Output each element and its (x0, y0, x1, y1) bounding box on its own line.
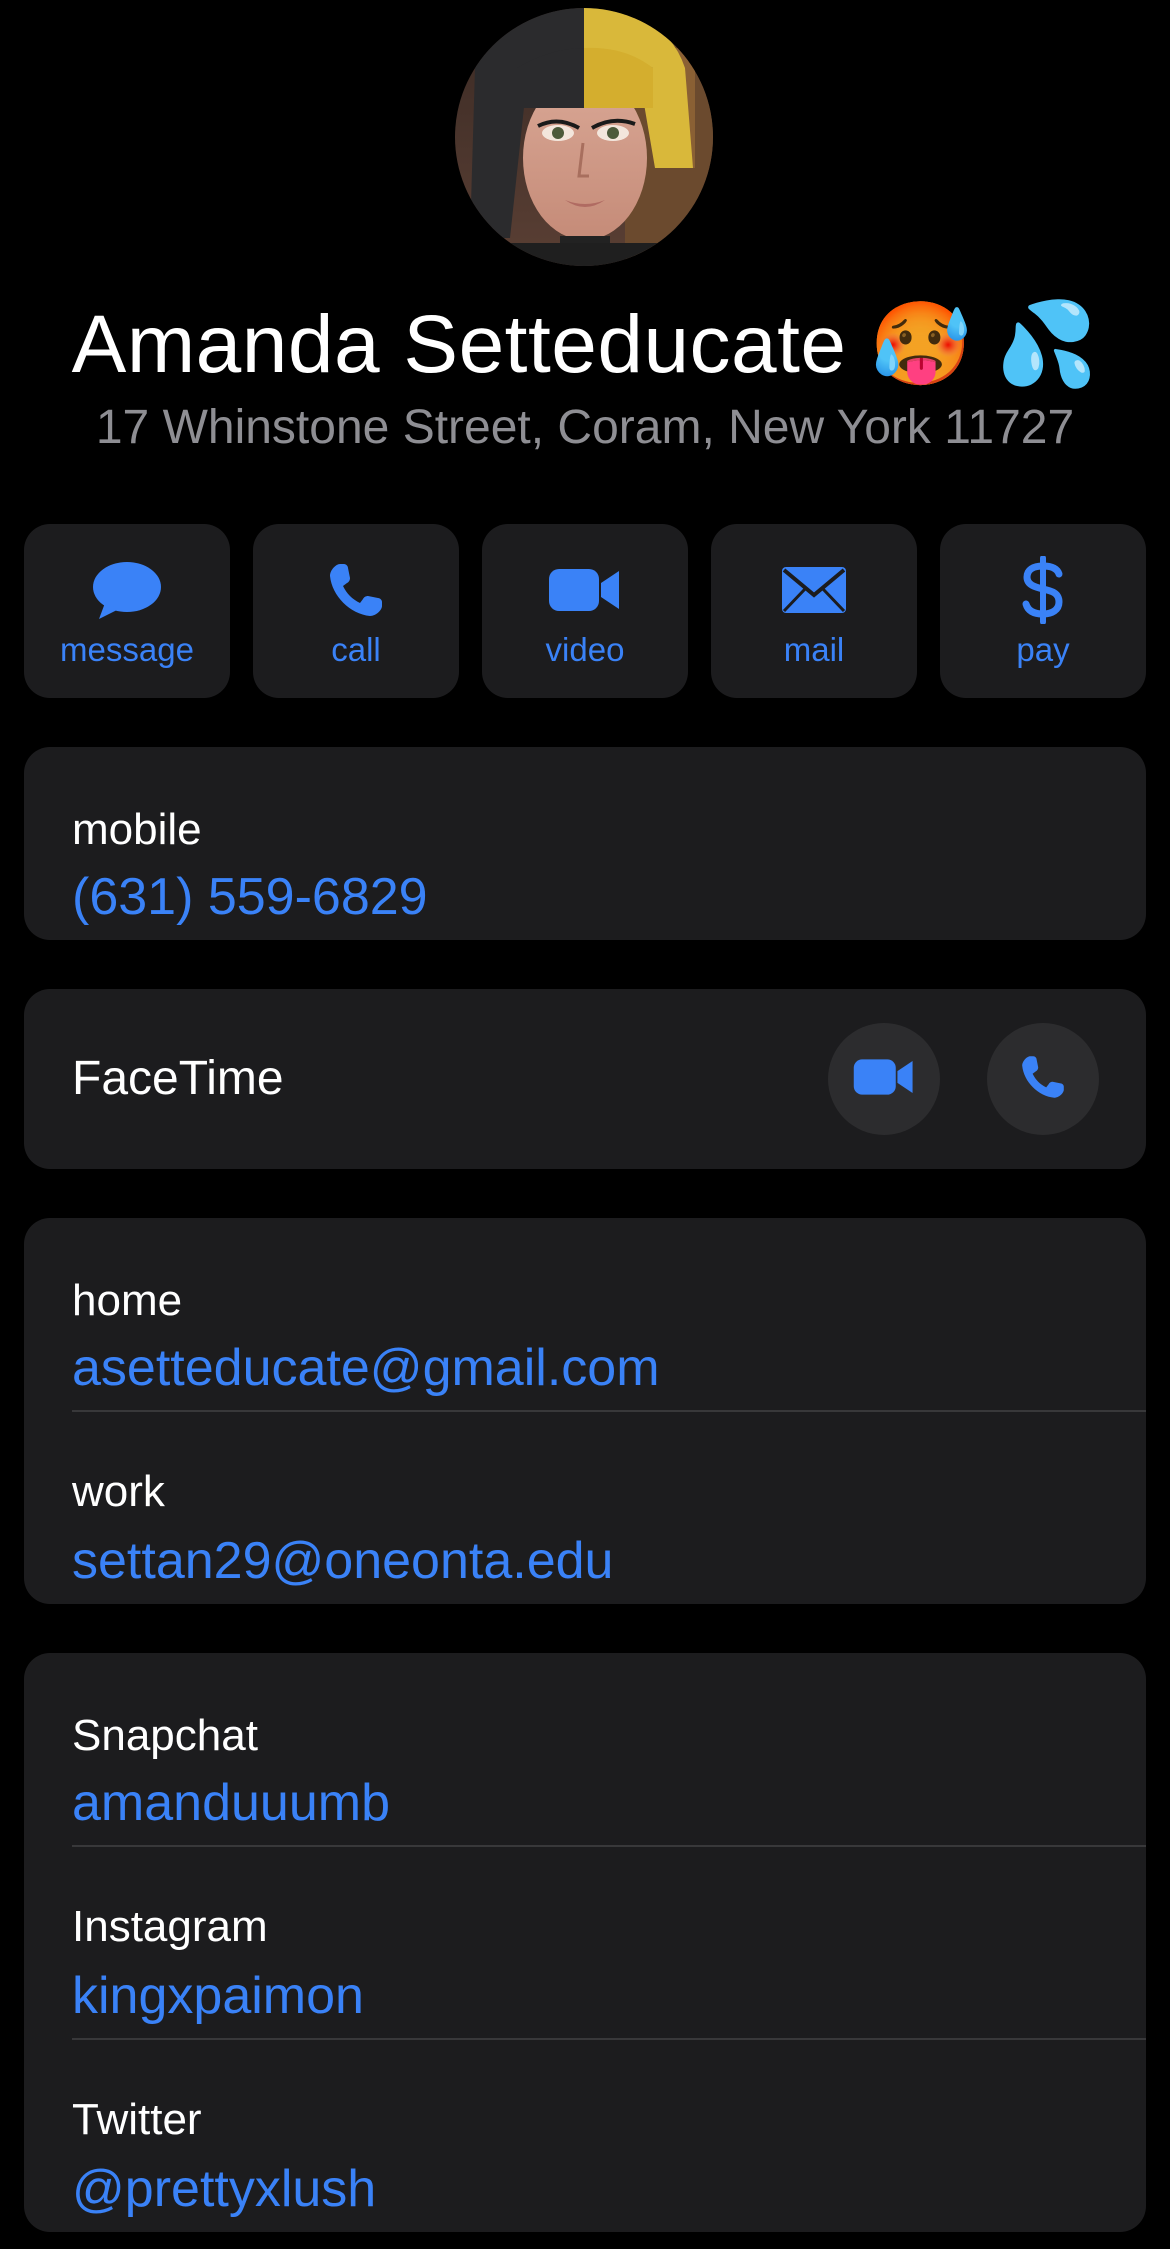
email-label: work (72, 1467, 165, 1516)
phone-card: mobile (631) 559-6829 (24, 747, 1146, 940)
social-handle[interactable]: amanduuumb (72, 1773, 390, 1833)
social-label: Snapchat (72, 1711, 258, 1760)
facetime-audio-button[interactable] (987, 1023, 1099, 1135)
email-value[interactable]: asetteducate@gmail.com (72, 1338, 660, 1398)
phone-icon (253, 558, 459, 622)
video-button-label: video (545, 631, 625, 668)
social-profiles-card: Snapchat amanduuumb Instagram kingxpaimo… (24, 1653, 1146, 2232)
mail-button[interactable]: mail (711, 524, 917, 698)
contact-name: Amanda Setteducate 🥵 💦 (71, 299, 1099, 390)
phone-label: mobile (72, 805, 202, 854)
facetime-card: FaceTime (24, 989, 1146, 1169)
phone-number[interactable]: (631) 559-6829 (72, 867, 428, 927)
message-bubble-icon (24, 558, 230, 622)
avatar-photo (455, 8, 713, 266)
social-label: Instagram (72, 1902, 268, 1951)
dollar-icon (940, 556, 1146, 624)
social-row-twitter[interactable]: Twitter @prettyxlush (24, 2039, 1146, 2232)
email-label: home (72, 1276, 183, 1325)
facetime-label: FaceTime (72, 1052, 284, 1105)
message-button-label: message (60, 631, 194, 668)
video-button[interactable]: video (482, 524, 688, 698)
email-row[interactable]: work settan29@oneonta.edu (24, 1411, 1146, 1604)
quick-actions-bar: message call video mail pay (24, 524, 1146, 698)
video-camera-icon (482, 558, 688, 622)
phone-row[interactable]: mobile (631) 559-6829 (24, 747, 1146, 940)
mail-button-label: mail (783, 631, 845, 668)
pay-button-label: pay (1016, 631, 1070, 668)
facetime-video-button[interactable] (828, 1023, 940, 1135)
social-handle[interactable]: @prettyxlush (72, 2159, 376, 2219)
contact-address[interactable]: 17 Whinstone Street, Coram, New York 117… (0, 398, 1170, 458)
video-camera-icon (852, 1056, 916, 1103)
contact-avatar[interactable] (455, 8, 713, 266)
call-button-label: call (331, 631, 381, 668)
social-row-instagram[interactable]: Instagram kingxpaimon (24, 1846, 1146, 2039)
envelope-icon (711, 558, 917, 622)
email-value[interactable]: settan29@oneonta.edu (72, 1531, 613, 1591)
phone-icon (1019, 1053, 1067, 1106)
social-label: Twitter (72, 2095, 202, 2144)
social-handle[interactable]: kingxpaimon (72, 1966, 364, 2026)
pay-button[interactable]: pay (940, 524, 1146, 698)
call-button[interactable]: call (253, 524, 459, 698)
social-row-snapchat[interactable]: Snapchat amanduuumb (24, 1653, 1146, 1846)
email-card: home asetteducate@gmail.com work settan2… (24, 1218, 1146, 1604)
email-row[interactable]: home asetteducate@gmail.com (24, 1218, 1146, 1411)
message-button[interactable]: message (24, 524, 230, 698)
